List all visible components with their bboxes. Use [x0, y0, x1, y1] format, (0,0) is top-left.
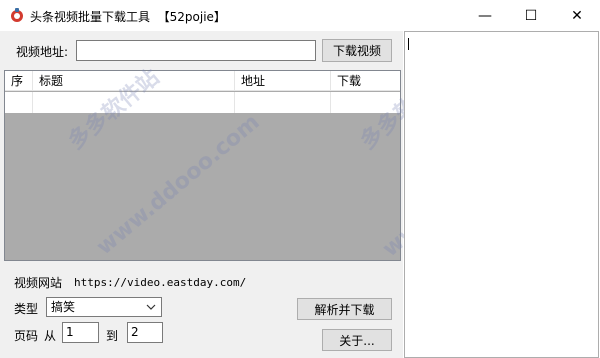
- close-icon: ✕: [571, 7, 583, 24]
- url-input[interactable]: [76, 40, 316, 61]
- column-index[interactable]: 序: [5, 71, 33, 91]
- video-list[interactable]: 序 标题 地址 下载: [4, 70, 401, 261]
- main-panel: 视频地址: 下载视频 序 标题 地址 下载 视频网站 https://video…: [0, 31, 550, 358]
- close-button[interactable]: ✕: [554, 0, 600, 31]
- page-to-input[interactable]: 2: [127, 322, 163, 343]
- page-label: 页码: [14, 329, 39, 343]
- maximize-button[interactable]: ☐: [508, 0, 554, 31]
- page-from-label: 从: [44, 329, 57, 343]
- log-textarea[interactable]: [404, 31, 599, 358]
- category-selected-value: 搞笑: [51, 300, 76, 314]
- url-label: 视频地址:: [16, 45, 69, 59]
- category-select[interactable]: 搞笑: [46, 297, 162, 317]
- page-from-input[interactable]: 1: [62, 322, 99, 343]
- parse-and-download-button[interactable]: 解析并下载: [297, 298, 392, 320]
- app-icon: [9, 7, 25, 23]
- title-bar[interactable]: 头条视频批量下载工具 【52pojie】 — ☐ ✕: [0, 0, 600, 31]
- minimize-icon: —: [478, 7, 492, 24]
- window-title: 头条视频批量下载工具 【52pojie】: [30, 10, 226, 24]
- download-video-button[interactable]: 下载视频: [322, 39, 392, 62]
- site-label: 视频网站: [14, 276, 63, 290]
- cell-download: [331, 92, 400, 113]
- list-header: 序 标题 地址 下载: [5, 71, 400, 91]
- page-to-label: 到: [106, 329, 119, 343]
- column-url[interactable]: 地址: [235, 71, 331, 91]
- minimize-button[interactable]: —: [462, 0, 508, 31]
- column-title[interactable]: 标题: [33, 71, 235, 91]
- maximize-icon: ☐: [524, 7, 538, 24]
- cell-url: [235, 92, 331, 113]
- cell-index: [5, 92, 33, 113]
- cell-title: [33, 92, 235, 113]
- table-row[interactable]: [5, 92, 400, 113]
- column-download[interactable]: 下载: [331, 71, 400, 91]
- about-button[interactable]: 关于...: [322, 329, 392, 351]
- site-url: https://video.eastday.com/: [74, 276, 247, 289]
- text-caret: [408, 38, 409, 50]
- category-label: 类型: [14, 302, 39, 316]
- chevron-down-icon: [145, 298, 157, 316]
